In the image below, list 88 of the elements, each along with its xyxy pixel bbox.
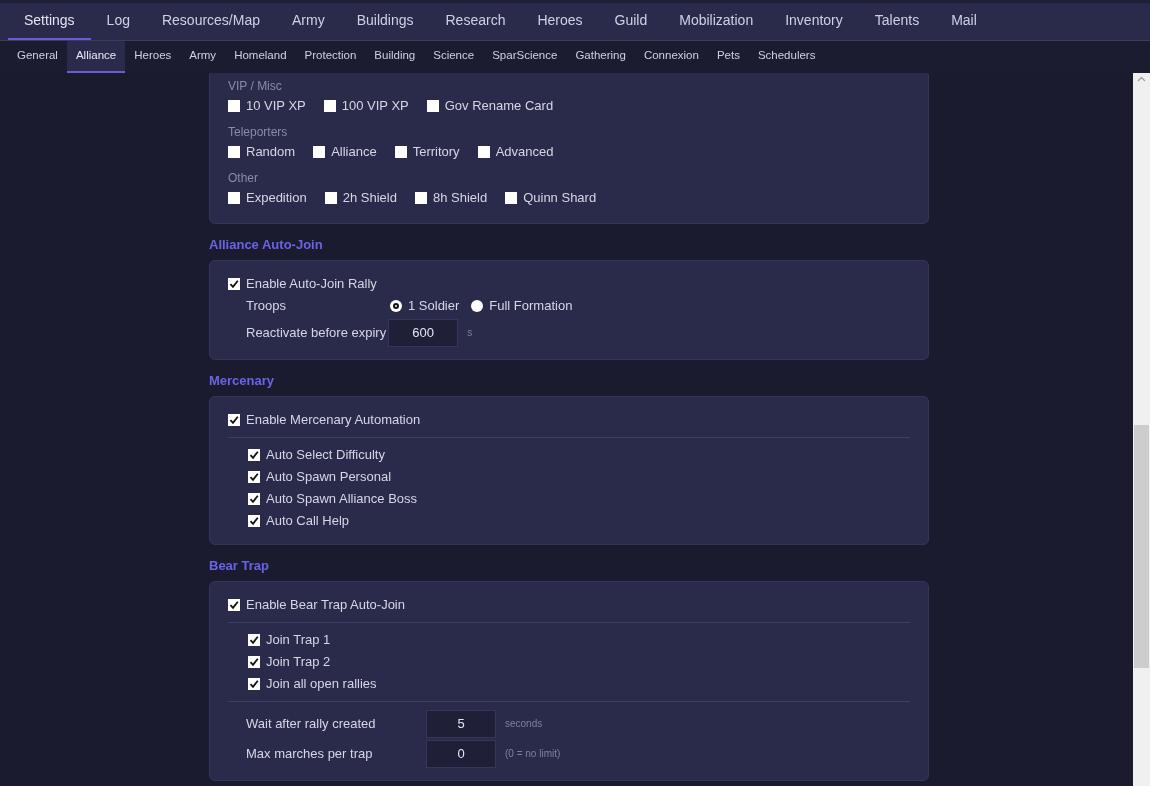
sub-tab[interactable]: Alliance [66,41,126,73]
main-tab[interactable]: Talents [858,3,936,40]
main-tab[interactable]: Guild [598,3,664,40]
checkbox-label: Enable Auto-Join Rally [246,275,377,294]
checkbox-label: Enable Mercenary Automation [246,411,421,430]
main-tab[interactable]: Heroes [521,3,599,40]
field-label: Troops [246,297,287,316]
checkbox-label: 8h Shield [432,189,488,208]
number-field[interactable]: 5 [426,709,496,738]
group-label: Other [228,170,259,187]
main-tab[interactable]: Buildings [340,3,430,40]
sub-tab[interactable]: Gathering [566,41,635,73]
sub-tab[interactable]: SparScience [483,41,567,73]
checkbox[interactable] [248,449,260,461]
scrollbar[interactable] [1133,73,1150,786]
checkbox[interactable] [394,146,407,158]
main-tab[interactable]: Inventory [769,3,859,40]
checkbox[interactable] [228,599,240,611]
checkbox[interactable] [248,678,260,690]
checkbox-label: Full Formation [489,297,573,316]
checkbox-label: Auto Call Help [266,512,350,531]
sub-tab[interactable]: Science [424,41,484,73]
section-heading: Mercenary [209,372,276,391]
checkbox[interactable] [323,100,336,112]
checkbox[interactable] [228,100,240,112]
checkbox[interactable] [248,656,260,668]
checkbox[interactable] [228,278,240,290]
checkbox-label: Join Trap 1 [266,631,331,650]
unit-label: seconds [505,717,543,731]
checkbox[interactable] [477,146,490,158]
section-heading: Bear Trap [209,557,270,576]
checkbox-label: Auto Spawn Alliance Boss [266,490,418,509]
sub-tab[interactable]: General [8,41,67,73]
sub-tab[interactable]: Schedulers [748,41,825,73]
sub-tab[interactable]: Homeland [225,41,296,73]
checkbox-label: Expedition [246,189,307,208]
sub-tab[interactable]: Protection [295,41,366,73]
group-label: Teleporters [228,124,289,141]
checkbox-label: Advanced [495,143,554,162]
checkbox[interactable] [505,192,518,204]
radio-button[interactable] [390,300,402,312]
main-tab[interactable]: Resources/Map [145,3,276,40]
checkbox[interactable] [228,192,240,204]
field-label: Wait after rally created [246,714,377,733]
checkbox-label: Quinn Shard [523,189,597,208]
field-label: Max marches per trap [246,744,374,763]
checkbox-label: Territory [412,143,460,162]
checkbox-label: Alliance [331,143,377,162]
sub-tab[interactable]: Connexion [634,41,708,73]
checkbox[interactable] [313,146,326,158]
section-heading: Alliance Auto-Join [209,236,324,255]
unit-label: s [467,326,473,340]
main-tab[interactable]: Log [90,3,146,40]
main-tab[interactable]: Research [429,3,522,40]
unit-label: (0 = no limit) [505,747,561,761]
checkbox[interactable] [414,192,427,204]
checkbox-label: Join all open rallies [266,675,377,694]
main-tab[interactable]: Mail [935,3,993,40]
sub-tab[interactable]: Heroes [125,41,181,73]
checkbox-label: Auto Select Difficulty [266,446,385,465]
main-tab[interactable]: Army [276,3,341,40]
sub-tab[interactable]: Pets [707,41,749,73]
checkbox[interactable] [426,100,439,112]
checkbox[interactable] [248,634,260,646]
checkbox-label: 100 VIP XP [341,97,409,116]
group-label: VIP / Misc [228,78,283,95]
checkbox[interactable] [228,414,240,426]
checkbox[interactable] [248,493,260,505]
checkbox-label: Enable Bear Trap Auto-Join [246,596,405,615]
sub-tab[interactable]: Building [365,41,425,73]
scrollbar-thumb[interactable] [1134,425,1149,668]
checkbox-label: 1 Soldier [408,297,460,316]
checkbox[interactable] [324,192,337,204]
main-tab[interactable]: Mobilization [663,3,770,40]
checkbox-label: 10 VIP XP [246,97,306,116]
checkbox-label: Join Trap 2 [266,653,331,672]
checkbox[interactable] [248,471,260,483]
checkbox-label: Auto Spawn Personal [266,468,392,487]
radio-button[interactable] [471,300,484,312]
number-field[interactable]: 0 [426,739,496,768]
checkbox-label: Random [246,143,296,162]
sub-tab[interactable]: Army [180,41,226,73]
checkbox-label: 2h Shield [342,189,397,208]
number-field[interactable]: 600 [388,318,459,347]
field-label: Reactivate before expiry [246,323,387,342]
checkbox[interactable] [248,515,260,527]
checkbox[interactable] [228,146,240,158]
checkbox-label: Gov Rename Card [444,97,554,116]
